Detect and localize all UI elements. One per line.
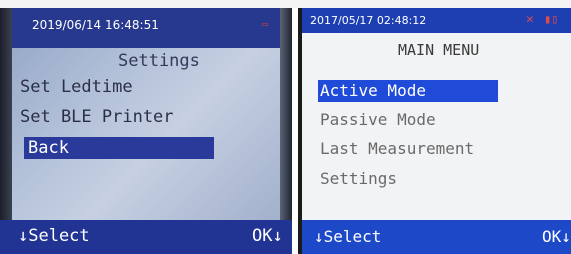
select-softkey[interactable]: ↓Select bbox=[18, 226, 90, 246]
menu-title: Settings bbox=[118, 51, 200, 71]
menu-item-active-mode[interactable]: Active Mode bbox=[318, 80, 498, 102]
bezel-right bbox=[280, 8, 292, 254]
menu-item-set-ledtime[interactable]: Set Ledtime bbox=[20, 76, 133, 98]
device-screen-main-menu: 2017/05/17 02:48:12 ✕ ▮▯ MAIN MENU Activ… bbox=[298, 8, 571, 254]
status-bar: 2019/06/14 16:48:51 ▭ bbox=[12, 8, 280, 48]
menu-item-passive-mode[interactable]: Passive Mode bbox=[320, 109, 436, 131]
battery-icon: ▭ bbox=[262, 19, 269, 30]
ok-softkey[interactable]: OK↓ bbox=[252, 226, 283, 246]
ok-softkey[interactable]: OK↓ bbox=[542, 227, 571, 246]
caption-strip bbox=[0, 0, 571, 8]
bezel-left bbox=[0, 8, 12, 254]
battery-icon: ▮▯ bbox=[544, 12, 559, 26]
menu-item-set-ble-printer[interactable]: Set BLE Printer bbox=[20, 106, 174, 128]
menu-title: MAIN MENU bbox=[398, 41, 480, 59]
menu-item-last-measurement[interactable]: Last Measurement bbox=[320, 138, 474, 160]
softkey-bar: ↓Select OK↓ bbox=[0, 220, 292, 254]
datetime-label: 2019/06/14 16:48:51 bbox=[32, 18, 159, 32]
close-icon: ✕ bbox=[526, 12, 534, 27]
status-bar: 2017/05/17 02:48:12 ✕ ▮▯ bbox=[302, 8, 571, 33]
softkey-bar: ↓Select OK↓ bbox=[302, 220, 571, 254]
menu-item-back[interactable]: Back bbox=[24, 137, 214, 159]
select-softkey[interactable]: ↓Select bbox=[314, 227, 381, 246]
datetime-label: 2017/05/17 02:48:12 bbox=[310, 14, 427, 27]
menu-item-settings[interactable]: Settings bbox=[320, 168, 397, 190]
device-screen-settings: 2019/06/14 16:48:51 ▭ Settings Set Ledti… bbox=[0, 8, 292, 254]
